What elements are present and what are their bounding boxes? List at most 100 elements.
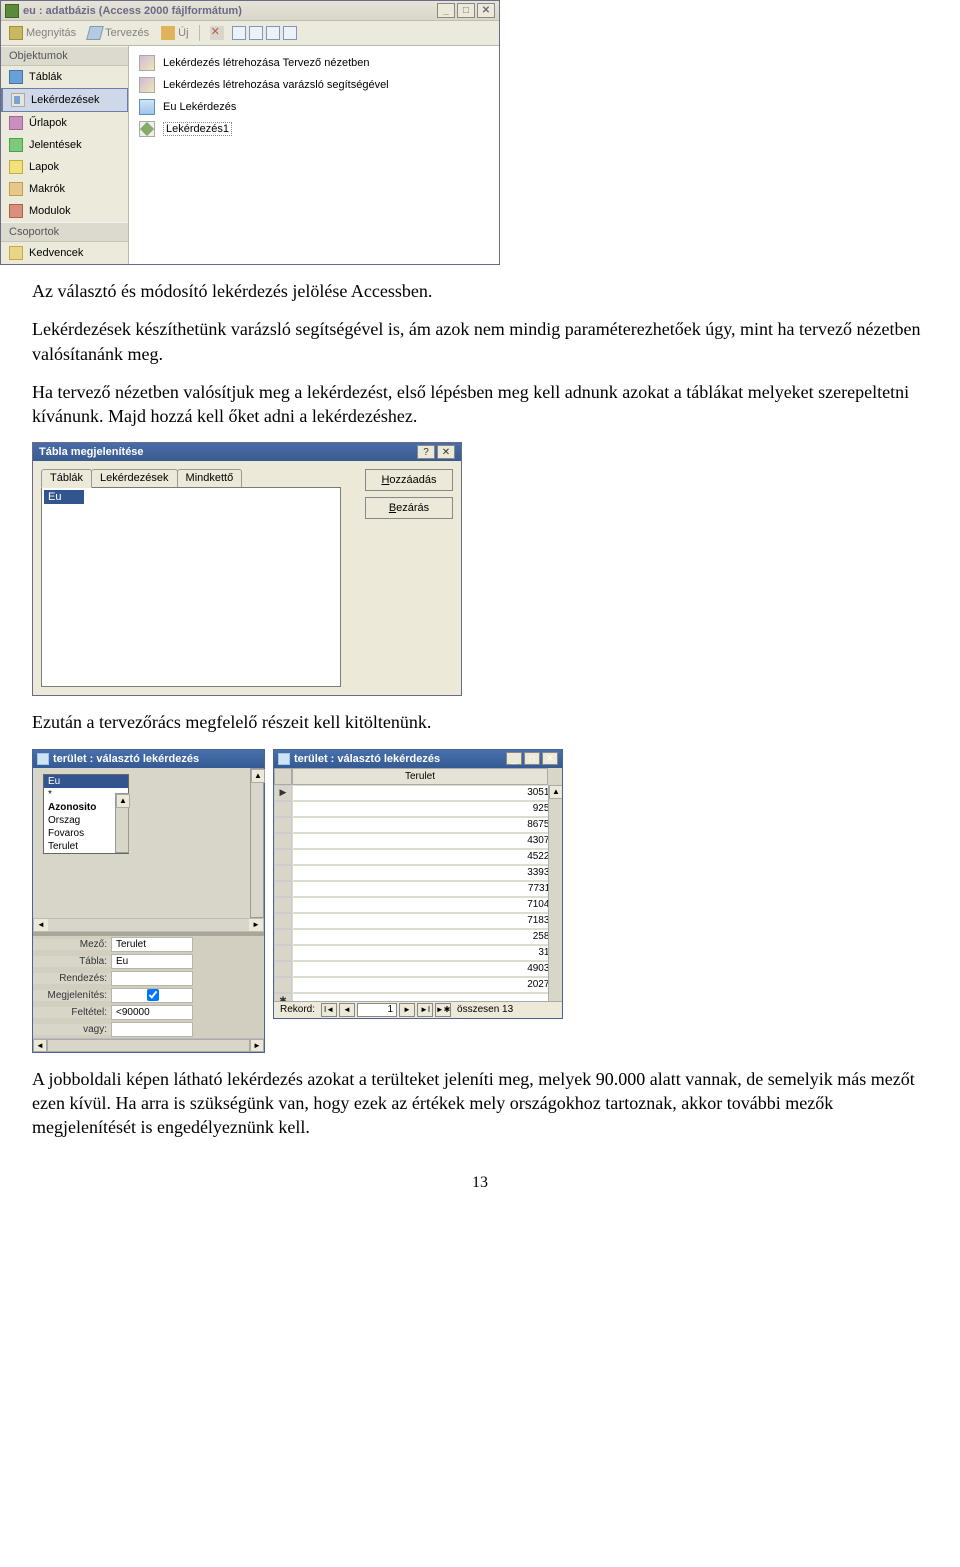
cell-terulet[interactable]: 71831 [292,913,562,929]
cell-terulet[interactable]: 20273 [292,977,562,993]
recnav-next-button[interactable]: ► [399,1003,415,1017]
view-large-icon[interactable] [232,26,246,40]
datasheet-row[interactable]: 9251 [274,801,562,817]
recnav-new-button[interactable]: ►✱ [435,1003,451,1017]
sidebar-item-rpt[interactable]: Jelentések [1,134,128,156]
row-selector[interactable] [274,833,292,849]
maximize-button[interactable]: □ [457,3,475,18]
recnav-last-button[interactable]: ►I [417,1003,433,1017]
qd-fieldlist[interactable]: Eu *AzonositoOrszagFovarosTerulet ▲ [43,774,129,854]
grid-cell-or[interactable] [111,1022,193,1037]
recnav-current[interactable]: 1 [357,1003,397,1017]
scroll-left-icon[interactable]: ◄ [34,919,48,931]
row-selector[interactable] [274,801,292,817]
cell-terulet[interactable]: 77311 [292,881,562,897]
pane-vertical-scrollbar[interactable]: ▲ [250,768,264,918]
recnav-first-button[interactable]: I◄ [321,1003,337,1017]
tab-tables[interactable]: Táblák [41,469,92,488]
sidebar-item-qry[interactable]: Lekérdezések [1,88,128,112]
cell-terulet[interactable]: 49033 [292,961,562,977]
minimize-button[interactable]: _ [506,752,522,765]
scroll-right-icon[interactable]: ► [250,1039,264,1052]
dialog-close-button[interactable]: ✕ [437,445,455,459]
fieldlist-scrollbar[interactable]: ▲ [115,793,129,853]
minimize-button[interactable]: _ [437,3,455,18]
content-row[interactable]: Lekérdezés létrehozása Tervező nézetben [135,52,493,74]
add-button[interactable]: Hozzáadás [365,469,453,491]
view-small-icon[interactable] [249,26,263,40]
datasheet-row[interactable]: 20273 [274,977,562,993]
datasheet-vertical-scrollbar[interactable]: ▲ [548,785,562,1001]
grid-cell-table[interactable]: Eu [111,954,193,969]
row-selector[interactable] [274,897,292,913]
grid-cell-field[interactable]: Terulet [111,937,193,952]
maximize-button[interactable]: □ [524,752,540,765]
datasheet-row[interactable]: 43077 [274,833,562,849]
grid-cell-show[interactable] [111,988,193,1003]
column-header-terulet[interactable]: Terulet [292,768,548,785]
content-row[interactable]: Lekérdezés1 [135,118,493,140]
grid-cell-sort[interactable] [111,971,193,986]
row-selector[interactable] [274,849,292,865]
open-button[interactable]: Megnyitás [5,24,80,42]
sidebar-item-frm[interactable]: Űrlapok [1,112,128,134]
qd-relationship-pane[interactable]: Eu *AzonositoOrszagFovarosTerulet ▲ ▲ [33,768,264,918]
row-selector[interactable] [274,817,292,833]
recnav-prev-button[interactable]: ◄ [339,1003,355,1017]
row-selector[interactable] [274,785,292,801]
table-list-item[interactable]: Eu [44,490,84,504]
row-selector[interactable] [274,961,292,977]
close-button[interactable]: ✕ [542,752,558,765]
cell-terulet[interactable]: 33933 [292,865,562,881]
design-button[interactable]: Tervezés [84,24,153,42]
sidebar-item-mod[interactable]: Modulok [1,200,128,222]
row-selector-header[interactable] [274,768,292,785]
cell-terulet[interactable]: 86753 [292,817,562,833]
new-record-row[interactable] [274,993,562,1001]
sidebar-item-mcr[interactable]: Makrók [1,178,128,200]
row-selector[interactable] [274,929,292,945]
datasheet-row[interactable]: 45227 [274,849,562,865]
close-button[interactable]: ✕ [477,3,495,18]
datasheet-row[interactable]: 77311 [274,881,562,897]
sidebar-item-tbl[interactable]: Táblák [1,66,128,88]
cell-terulet[interactable]: 316 [292,945,562,961]
datasheet-row[interactable]: 30519 [274,785,562,801]
sidebar-item-pgs[interactable]: Lapok [1,156,128,178]
scroll-right-icon[interactable]: ► [249,919,263,931]
close-dialog-button[interactable]: Bezárás [365,497,453,519]
scroll-up-icon[interactable]: ▲ [251,769,265,783]
scroll-up-icon[interactable]: ▲ [549,785,562,799]
grid-cell-criteria[interactable]: <90000 [111,1005,193,1020]
row-selector[interactable] [274,945,292,961]
table-listbox[interactable]: Eu [41,487,341,687]
datasheet-row[interactable]: 86753 [274,817,562,833]
dialog-help-button[interactable]: ? [417,445,435,459]
cell-terulet[interactable]: 9251 [292,801,562,817]
content-row[interactable]: Eu Lekérdezés [135,96,493,118]
view-details-icon[interactable] [283,26,297,40]
datasheet-row[interactable]: 49033 [274,961,562,977]
cell-terulet[interactable]: 30519 [292,785,562,801]
cell-terulet[interactable]: 43077 [292,833,562,849]
row-selector[interactable] [274,865,292,881]
delete-button[interactable] [206,24,228,42]
row-selector[interactable] [274,913,292,929]
tab-both[interactable]: Mindkettő [177,469,243,487]
row-selector[interactable] [274,881,292,897]
scroll-up-icon[interactable]: ▲ [116,794,130,808]
cell-terulet[interactable]: 71048 [292,897,562,913]
datasheet-row[interactable]: 2586 [274,929,562,945]
datasheet-row[interactable]: 33933 [274,865,562,881]
grid-horizontal-scrollbar[interactable]: ◄ ► [33,1038,264,1052]
sidebar-item-favorites[interactable]: Kedvencek [1,242,128,264]
row-selector[interactable] [274,977,292,993]
tab-queries[interactable]: Lekérdezések [91,469,178,487]
cell-terulet[interactable]: 2586 [292,929,562,945]
view-switcher[interactable] [232,26,297,40]
view-list-icon[interactable] [266,26,280,40]
datasheet-row[interactable]: 316 [274,945,562,961]
cell-terulet[interactable]: 45227 [292,849,562,865]
datasheet-row[interactable]: 71048 [274,897,562,913]
datasheet-row[interactable]: 71831 [274,913,562,929]
